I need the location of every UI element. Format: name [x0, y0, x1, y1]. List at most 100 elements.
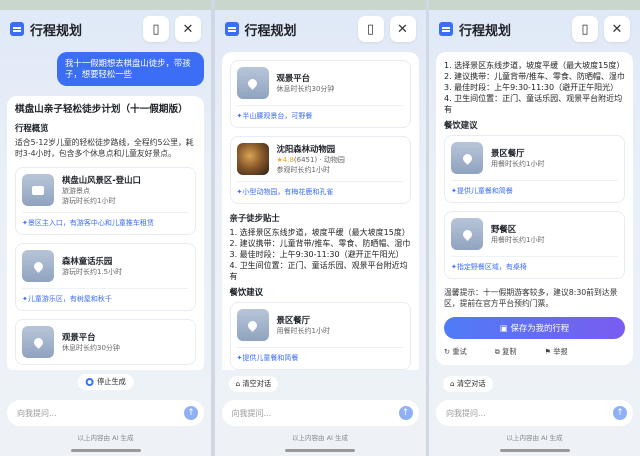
- poi-card[interactable]: 景区餐厅 用餐时长约1小时 提供儿童餐和简餐: [444, 135, 625, 203]
- poi-name: 景区餐厅: [276, 314, 311, 325]
- poi-rating: ★4.8(6451) · 动物园: [276, 155, 345, 164]
- location-pin-icon: [451, 142, 483, 174]
- message-actions: ↻ 重试 ⧉ 复制 ⚑ 举报: [444, 347, 625, 357]
- send-button[interactable]: ↑: [398, 406, 413, 420]
- poi-tip: 景区主入口，有游客中心和儿童推车租赁: [22, 212, 189, 228]
- poi-card[interactable]: 沈阳森林动物园 ★4.8(6451) · 动物园 参观时长约1小时 小型动物园，…: [229, 136, 411, 204]
- chat-content: 观景平台 休息时长约30分钟 半山腰观景台，可野餐 沈阳森林动物园 ★4.8(6…: [221, 52, 419, 370]
- poi-name: 沈阳森林动物园: [276, 143, 336, 154]
- tips-heading: 亲子徒步贴士: [229, 213, 280, 223]
- location-pin-icon: [236, 309, 269, 341]
- send-button[interactable]: ↑: [184, 406, 198, 420]
- list-item: 3. 最佳时段：上午9:30-11:30（避开正午阳光）: [229, 250, 404, 259]
- poi-tip: 半山腰观景台，可野餐: [236, 105, 404, 121]
- list-item: 2. 建议携带：儿童背带/推车、零食、防晒帽、湿巾: [229, 239, 411, 248]
- input-placeholder: 向我提问...: [17, 408, 57, 418]
- poi-name: 野餐区: [491, 223, 517, 234]
- poi-card[interactable]: 景区餐厅 用餐时长约1小时 提供儿童餐和简餐: [229, 302, 411, 370]
- poi-tip: 提供儿童餐和简餐: [451, 180, 618, 196]
- home-indicator: [70, 449, 141, 452]
- poi-card[interactable]: 观景平台 休息时长约30分钟: [15, 319, 196, 365]
- poi-name: 观景平台: [62, 331, 96, 342]
- note-button[interactable]: ▯: [143, 16, 169, 42]
- note-button[interactable]: ▯: [357, 16, 384, 42]
- ai-disclaimer: 以上内容由 AI 生成: [292, 434, 348, 442]
- close-button[interactable]: ✕: [389, 16, 416, 42]
- close-button[interactable]: ✕: [604, 16, 630, 42]
- calendar-icon: [439, 22, 453, 36]
- poi-name: 景区餐厅: [491, 147, 525, 158]
- location-pin-icon: [22, 250, 54, 282]
- map-strip: [214, 0, 426, 10]
- poi-tip: 小型动物园，有梅花鹿和孔雀: [236, 181, 404, 197]
- header: 行程规划 ▯ ✕: [224, 14, 416, 44]
- poi-tip: 儿童游乐区，有树屋和秋千: [22, 288, 189, 304]
- header: 行程规划 ▯ ✕: [10, 14, 201, 44]
- plan-card: 观景平台 休息时长约30分钟 半山腰观景台，可野餐 沈阳森林动物园 ★4.8(6…: [221, 52, 419, 370]
- poi-tip: 提供儿童餐和简餐: [236, 347, 404, 363]
- user-message: 我十一假期想去棋盘山徒步，带孩子，想要轻松一些: [57, 52, 204, 86]
- send-button[interactable]: ↑: [613, 406, 627, 420]
- note-button[interactable]: ▯: [572, 16, 598, 42]
- dining-heading: 餐饮建议: [444, 120, 478, 130]
- question-input[interactable]: 向我提问... ↑: [436, 400, 633, 426]
- chat-content: 我十一假期想去棋盘山徒步，带孩子，想要轻松一些 棋盘山亲子轻松徒步计划（十一假期…: [7, 52, 204, 370]
- poi-name: 森林童话乐园: [62, 255, 113, 266]
- tips-list: 1. 选择景区东线步道，坡度平缓（最大坡度15度） 2. 建议携带：儿童背带/推…: [444, 60, 625, 115]
- poi-duration: 游玩时长约1小时: [62, 196, 116, 205]
- home-indicator: [285, 449, 355, 452]
- poi-card[interactable]: 棋盘山风景区-登山口 旅游景点 游玩时长约1小时 景区主入口，有游客中心和儿童推…: [15, 167, 196, 235]
- stop-icon: [85, 378, 94, 386]
- clear-chat-button[interactable]: ⌂ 清空对话: [228, 376, 279, 392]
- clear-chat-button[interactable]: ⌂ 清空对话: [443, 376, 493, 392]
- list-item: 2. 建议携带：儿童背带/推车、零食、防晒帽、湿巾: [444, 72, 625, 81]
- plan-card: 棋盘山亲子轻松徒步计划（十一假期版） 行程概览 适合5-12岁儿童的轻松徒步路线…: [7, 96, 204, 370]
- copy-button[interactable]: ⧉ 复制: [495, 347, 531, 357]
- plan-title: 棋盘山亲子轻松徒步计划（十一假期版）: [15, 104, 188, 115]
- poi-name: 观景平台: [276, 72, 311, 83]
- poi-duration: 游玩时长约1.5小时: [62, 267, 123, 276]
- page-title: 行程规划: [30, 23, 83, 39]
- overview-text: 适合5-12岁儿童的轻松徒步路线，全程约5公里，耗时3-4小时，包含多个休息点和…: [15, 138, 194, 158]
- close-button[interactable]: ✕: [175, 16, 201, 42]
- stop-generating-button[interactable]: 停止生成: [77, 374, 134, 390]
- location-pin-icon: [451, 218, 483, 250]
- poi-duration: 用餐时长约1小时: [491, 235, 545, 244]
- poi-category: 旅游景点: [62, 186, 90, 195]
- poi-duration: 休息时长约30分钟: [62, 343, 120, 352]
- question-input[interactable]: 向我提问... ↑: [7, 400, 204, 426]
- poi-card[interactable]: 森林童话乐园 游玩时长约1.5小时 儿童游乐区，有树屋和秋千: [15, 243, 196, 311]
- dining-heading: 餐饮建议: [229, 287, 264, 297]
- poi-duration: 用餐时长约1小时: [491, 159, 545, 168]
- panel-3: 行程规划 ▯ ✕ 1. 选择景区东线步道，坡度平缓（最大坡度15度） 2. 建议…: [429, 0, 640, 456]
- panel-1: 行程规划 ▯ ✕ 我十一假期想去棋盘山徒步，带孩子，想要轻松一些 棋盘山亲子轻松…: [0, 0, 211, 456]
- poi-duration: 用餐时长约1小时: [276, 326, 330, 335]
- poi-card[interactable]: 野餐区 用餐时长约1小时 指定野餐区域，有桌椅: [444, 211, 625, 279]
- save-icon: ▣: [499, 323, 511, 333]
- question-input[interactable]: 向我提问... ↑: [221, 400, 419, 426]
- zoo-photo: [236, 143, 269, 175]
- page-title: 行程规划: [244, 23, 297, 39]
- list-item: 4. 卫生间位置：正门、童话乐园、观景平台附近均有: [229, 261, 408, 281]
- retry-button[interactable]: ↻ 重试: [444, 347, 481, 357]
- map-strip: [429, 0, 640, 10]
- report-button[interactable]: ⚑ 举报: [545, 347, 582, 357]
- broom-icon: ⌂: [450, 379, 457, 388]
- save-itinerary-button[interactable]: ▣ 保存为我的行程: [444, 317, 625, 339]
- tips-list: 1. 选择景区东线步道，坡度平缓（最大坡度15度） 2. 建议携带：儿童背带/推…: [230, 227, 411, 282]
- ai-disclaimer: 以上内容由 AI 生成: [506, 434, 563, 442]
- page-title: 行程规划: [459, 23, 512, 39]
- input-placeholder: 向我提问...: [446, 408, 486, 418]
- poi-duration: 参观时长约1小时: [276, 165, 330, 174]
- stop-label: 停止生成: [97, 377, 126, 386]
- ai-disclaimer: 以上内容由 AI 生成: [77, 434, 134, 442]
- list-item: 4. 卫生间位置：正门、童话乐园、观景平台附近均有: [444, 94, 623, 114]
- location-pin-icon: [22, 326, 54, 358]
- warm-tip: 温馨提示：十一假期游客较多，建议8:30前到达景区，提前在官方平台预约门票。: [444, 288, 618, 308]
- camera-icon: [22, 174, 54, 206]
- chat-content: 1. 选择景区东线步道，坡度平缓（最大坡度15度） 2. 建议携带：儿童背带/推…: [436, 52, 633, 370]
- location-pin-icon: [236, 67, 269, 99]
- list-item: 3. 最佳时段：上午9:30-11:30（避开正午阳光）: [444, 83, 619, 92]
- poi-card[interactable]: 观景平台 休息时长约30分钟 半山腰观景台，可野餐: [229, 60, 411, 128]
- panel-2: 行程规划 ▯ ✕ 观景平台 休息时长约30分钟 半山腰观景台，可野餐: [214, 0, 426, 456]
